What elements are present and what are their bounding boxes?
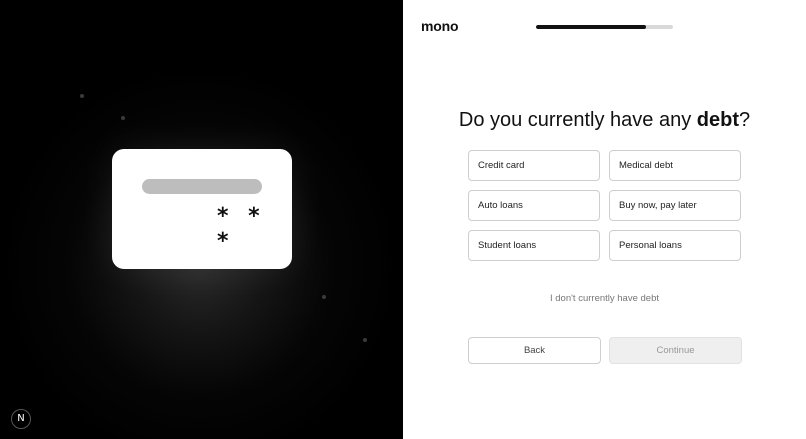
option-auto-loans[interactable]: Auto loans (468, 190, 600, 221)
question-panel: mono Do you currently have any debt? Cre… (403, 0, 806, 439)
question-emphasis: debt (696, 109, 739, 131)
option-credit-card[interactable]: Credit card (468, 150, 600, 181)
decorative-dot (363, 338, 367, 342)
decorative-dot (322, 295, 326, 299)
progress-bar (536, 25, 673, 29)
question-suffix: ? (739, 109, 751, 131)
option-personal-loans[interactable]: Personal loans (609, 230, 741, 261)
progress-bar-fill (536, 25, 646, 29)
decorative-dot (80, 94, 84, 98)
question-prefix: Do you currently have any (458, 109, 697, 131)
brand-logo: mono (421, 18, 459, 34)
framework-badge-icon[interactable]: N (11, 409, 31, 429)
decorative-dot (121, 116, 125, 120)
option-buy-now-pay-later[interactable]: Buy now, pay later (609, 190, 741, 221)
card-masked-digits: * * * (217, 204, 266, 254)
no-debt-link[interactable]: I don't currently have debt (403, 293, 806, 304)
illustration-panel: * * * N (0, 0, 403, 439)
option-student-loans[interactable]: Student loans (468, 230, 600, 261)
credit-card-illustration: * * * (112, 149, 292, 269)
page-title: Do you currently have any debt? (403, 109, 806, 132)
debt-options: Credit card Medical debt Auto loans Buy … (468, 150, 742, 261)
option-medical-debt[interactable]: Medical debt (609, 150, 741, 181)
continue-button[interactable]: Continue (609, 337, 742, 364)
card-number-placeholder (142, 179, 262, 194)
back-button[interactable]: Back (468, 337, 601, 364)
